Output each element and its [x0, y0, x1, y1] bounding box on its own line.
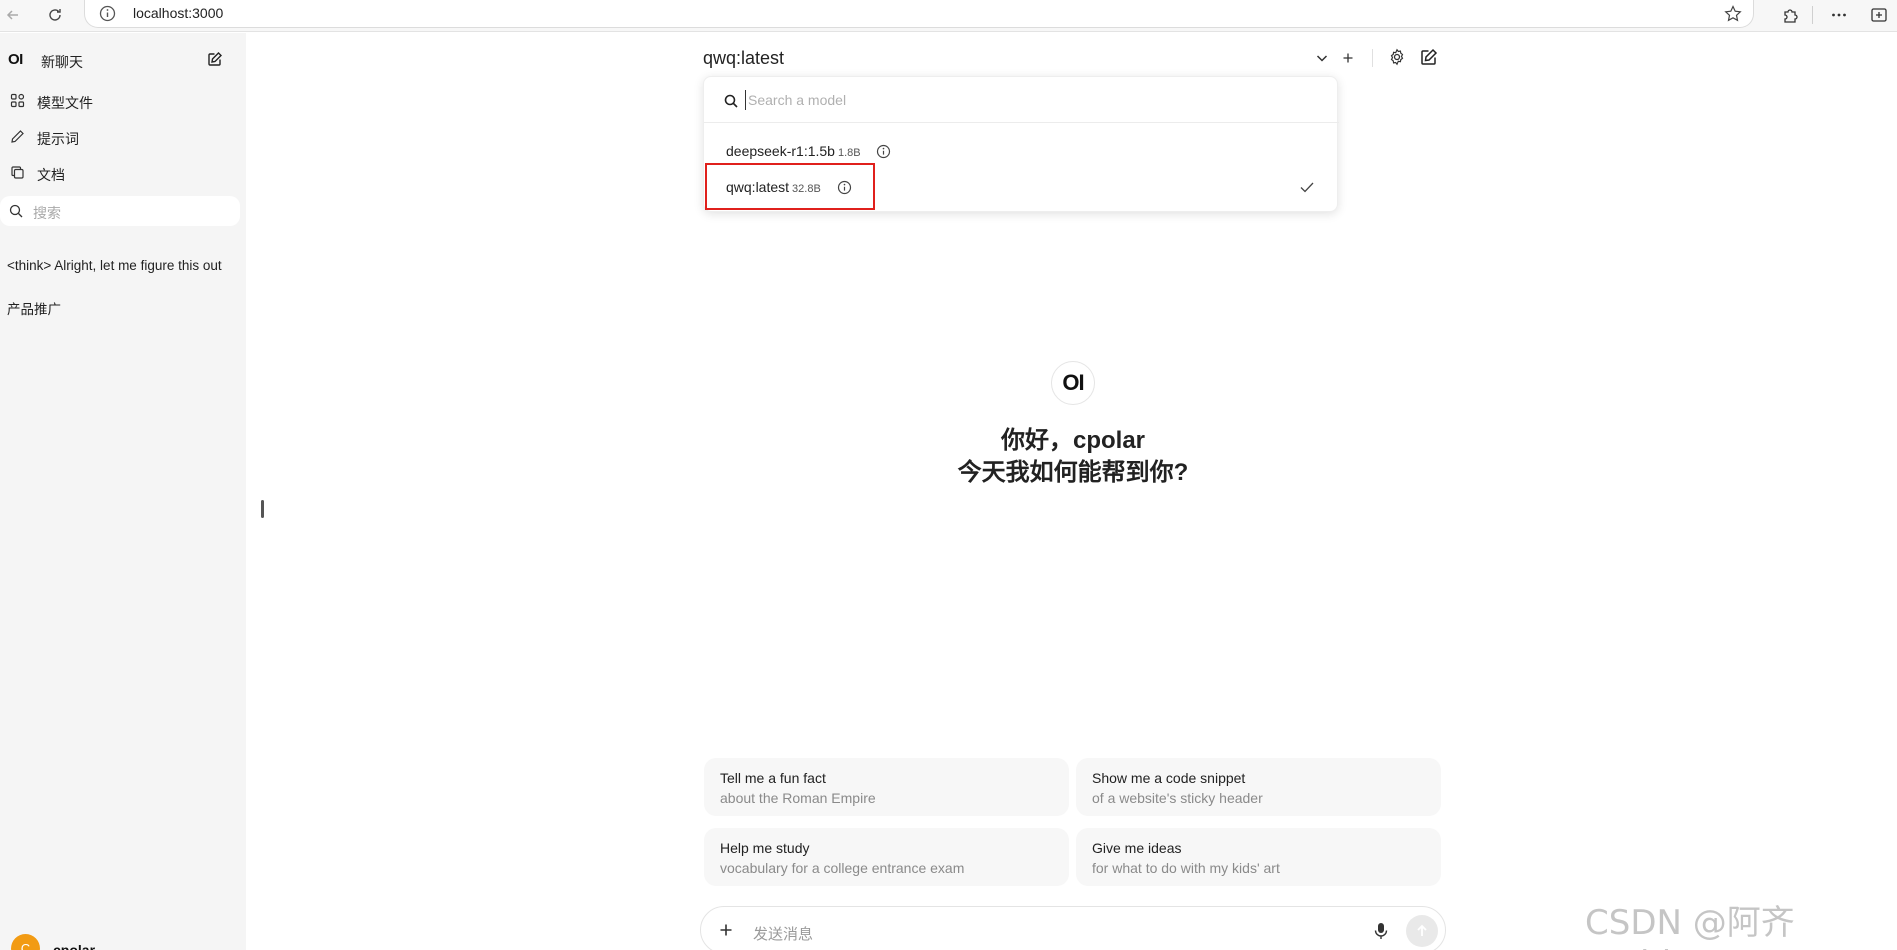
message-input[interactable]: 发送消息: [753, 923, 813, 944]
panel-icon: [1871, 8, 1887, 22]
model-search-input[interactable]: [745, 90, 1305, 110]
url-text: localhost:3000: [133, 5, 224, 21]
model-search: [704, 77, 1339, 123]
model-option-label: deepseek-r1:1.5b 1.8B: [726, 143, 861, 159]
arrow-up-icon: [1417, 924, 1427, 936]
grid-icon: [10, 93, 25, 108]
message-composer: 发送消息: [700, 906, 1446, 950]
suggestion-title: Show me a code snippet: [1092, 770, 1246, 786]
copy-icon: [11, 166, 24, 179]
address-bar[interactable]: localhost:3000: [84, 0, 1754, 28]
sidebar-item-label: 文档: [37, 167, 65, 183]
browser-toolbar: localhost:3000: [0, 0, 1897, 32]
suggestion-subtitle: vocabulary for a college entrance exam: [720, 860, 965, 876]
send-button[interactable]: [1406, 915, 1438, 947]
add-model-icon[interactable]: [1339, 49, 1357, 67]
new-chat-icon[interactable]: [1420, 48, 1438, 66]
extensions-button[interactable]: [1778, 2, 1804, 28]
back-button[interactable]: [0, 2, 26, 28]
new-chat-link[interactable]: 新聊天: [41, 52, 83, 72]
check-icon: [1300, 182, 1314, 193]
suggestion-title: Give me ideas: [1092, 840, 1182, 856]
suggestion-title: Tell me a fun fact: [720, 770, 826, 786]
search-icon: [724, 94, 738, 108]
suggestion-card[interactable]: Help me study vocabulary for a college e…: [704, 828, 1069, 886]
suggestion-subtitle: about the Roman Empire: [720, 790, 876, 806]
watermark: CSDN @阿齐Archie: [1585, 903, 1795, 950]
welcome-greeting: 你好，cpolar: [1000, 427, 1146, 454]
sidebar-collapse-handle[interactable]: [261, 500, 264, 518]
more-button[interactable]: [1826, 2, 1852, 28]
sidebar-item-prompts[interactable]: 提示词: [0, 122, 246, 152]
toolbar-divider: [1812, 6, 1813, 24]
plus-icon[interactable]: [717, 921, 735, 939]
suggestion-card[interactable]: Tell me a fun fact about the Roman Empir…: [704, 758, 1069, 816]
suggestion-subtitle: of a website's sticky header: [1092, 790, 1263, 806]
annotation-highlight-box: [705, 163, 875, 210]
welcome-question: 今天我如何能帮到你?: [957, 459, 1189, 486]
sidebar-item-documents[interactable]: 文档: [0, 158, 246, 188]
edit-icon[interactable]: [207, 51, 223, 67]
chat-history-item[interactable]: 产品推广: [7, 298, 229, 318]
header-divider: [1372, 49, 1373, 67]
suggestion-card[interactable]: Give me ideas for what to do with my kid…: [1076, 828, 1441, 886]
avatar: C: [11, 934, 40, 950]
username: cpolar: [53, 942, 96, 950]
arrow-left-icon: [6, 10, 18, 20]
search-input[interactable]: 搜索: [33, 203, 61, 223]
suggestion-card[interactable]: Show me a code snippet of a website's st…: [1076, 758, 1441, 816]
gear-icon[interactable]: [1388, 48, 1406, 66]
more-horizontal-icon: [1832, 13, 1846, 17]
reload-icon: [49, 9, 61, 21]
search-icon: [9, 204, 23, 218]
pencil-icon: [11, 130, 24, 143]
chevron-down-icon[interactable]: [1313, 49, 1331, 67]
sidebar-item-label: 模型文件: [37, 95, 93, 111]
brand-logo[interactable]: OI: [8, 51, 23, 68]
reload-button[interactable]: [42, 2, 68, 28]
sidebar-item-label: 提示词: [37, 131, 79, 147]
microphone-icon[interactable]: [1373, 922, 1389, 940]
sidebar-item-modelfiles[interactable]: 模型文件: [0, 86, 246, 116]
welcome-logo: OI: [1051, 361, 1095, 405]
model-selector[interactable]: qwq:latest: [703, 48, 784, 69]
info-icon[interactable]: [876, 144, 891, 159]
model-size: 1.8B: [837, 147, 861, 159]
info-icon[interactable]: [99, 5, 116, 22]
suggestion-subtitle: for what to do with my kids' art: [1092, 860, 1280, 876]
star-icon[interactable]: [1723, 4, 1743, 24]
chat-history-item[interactable]: <think> Alright, let me figure this out: [7, 258, 229, 273]
sidebar: OI 新聊天 模型文件 提示词 文档 搜索 <think> Alright, l…: [0, 33, 246, 950]
puzzle-icon: [1784, 9, 1798, 23]
suggestion-title: Help me study: [720, 840, 810, 856]
sidebar-toggle-button[interactable]: [1866, 2, 1892, 28]
sidebar-search[interactable]: 搜索: [0, 196, 240, 226]
